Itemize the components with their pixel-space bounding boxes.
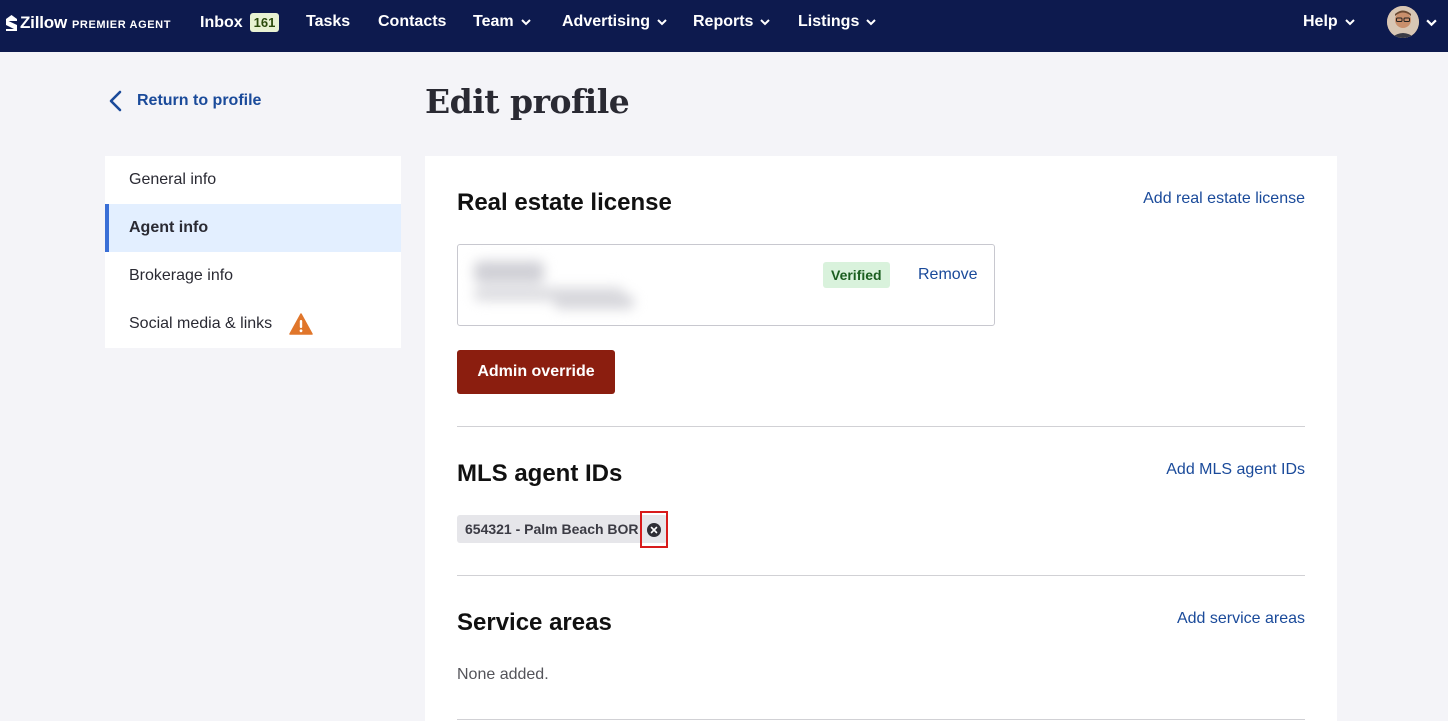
section-divider	[457, 575, 1305, 576]
add-service-areas-link[interactable]: Add service areas	[1177, 610, 1305, 628]
profile-sections-nav: General info Agent info Brokerage info S…	[105, 156, 401, 348]
nav-team-label: Team	[473, 13, 514, 30]
return-to-profile-link[interactable]: Return to profile	[107, 89, 261, 113]
nav-reports-label: Reports	[693, 13, 754, 30]
brand-subtitle: PREMIER AGENT	[71, 18, 172, 31]
chevron-down-icon	[866, 19, 877, 26]
nav-contacts[interactable]: Contacts	[378, 13, 446, 31]
service-areas-heading: Service areas	[457, 609, 612, 636]
nav-tasks[interactable]: Tasks	[306, 13, 350, 31]
return-to-profile-label: Return to profile	[137, 92, 262, 109]
page-title: Edit profile	[425, 82, 630, 121]
inbox-count-badge: 161	[249, 13, 280, 32]
service-areas-empty-text: None added.	[457, 666, 549, 683]
remove-license-link[interactable]: Remove	[918, 266, 978, 284]
nav-reports[interactable]: Reports	[693, 13, 771, 31]
section-divider	[457, 426, 1305, 427]
nav-team[interactable]: Team	[473, 13, 531, 31]
zillow-logo-icon	[6, 15, 17, 31]
nav-help-label: Help	[1303, 13, 1338, 30]
section-divider	[457, 719, 1305, 720]
sidebar-item-label: Brokerage info	[129, 267, 234, 284]
sidebar-item-social-media[interactable]: Social media & links	[105, 300, 401, 348]
nav-listings-label: Listings	[798, 13, 860, 30]
add-mls-agent-ids-link[interactable]: Add MLS agent IDs	[1166, 461, 1305, 479]
sidebar-item-label: General info	[129, 171, 217, 188]
agent-info-panel: Real estate license Add real estate lice…	[425, 156, 1337, 721]
add-real-estate-license-link[interactable]: Add real estate license	[1143, 190, 1305, 208]
chevron-down-icon[interactable]	[1426, 17, 1437, 28]
mls-id-chip: 654321 - Palm Beach BOR	[457, 515, 667, 543]
mls-id-chip-label: 654321 - Palm Beach BOR	[465, 521, 639, 537]
chevron-down-icon	[1344, 19, 1355, 26]
nav-inbox[interactable]: Inbox 161	[200, 13, 280, 32]
sidebar-item-agent-info[interactable]: Agent info	[105, 204, 401, 252]
sidebar-item-label: Agent info	[129, 219, 209, 236]
chevron-left-icon	[109, 90, 122, 112]
brand-name: Zillow	[20, 13, 67, 32]
warning-icon	[289, 313, 313, 335]
license-card: Verified Remove	[457, 244, 995, 326]
verified-badge: Verified	[823, 262, 890, 288]
nav-contacts-label: Contacts	[378, 13, 447, 30]
mls-agent-ids-heading: MLS agent IDs	[457, 460, 623, 487]
nav-tasks-label: Tasks	[306, 13, 351, 30]
remove-mls-chip-button[interactable]	[640, 511, 668, 548]
close-circle-icon	[647, 522, 661, 537]
zillow-logo[interactable]: Zillow PREMIER AGENT	[6, 12, 171, 34]
nav-help[interactable]: Help	[1303, 13, 1355, 31]
sidebar-item-label: Social media & links	[129, 315, 273, 332]
nav-inbox-label: Inbox	[200, 13, 243, 31]
nav-advertising[interactable]: Advertising	[562, 13, 667, 31]
chevron-down-icon	[520, 19, 531, 26]
admin-override-button[interactable]: Admin override	[457, 350, 615, 394]
user-avatar[interactable]	[1387, 6, 1419, 38]
sidebar-item-brokerage-info[interactable]: Brokerage info	[105, 252, 401, 300]
nav-advertising-label: Advertising	[562, 13, 651, 30]
chevron-down-icon	[760, 19, 771, 26]
chevron-down-icon	[657, 19, 667, 26]
nav-listings[interactable]: Listings	[798, 13, 877, 31]
real-estate-license-heading: Real estate license	[457, 189, 672, 216]
license-details-redacted	[464, 255, 654, 315]
top-nav: Zillow PREMIER AGENT Inbox 161 Tasks Con…	[0, 0, 1448, 52]
sidebar-item-general-info[interactable]: General info	[105, 156, 401, 204]
